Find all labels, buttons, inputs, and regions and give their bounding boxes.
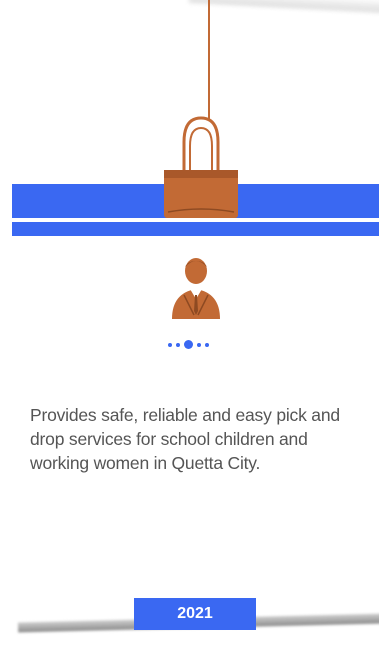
carousel-dot[interactable] <box>205 342 209 347</box>
carousel-indicator <box>168 340 209 349</box>
paper-curl-shadow-top <box>188 0 379 14</box>
ribbon-band-bottom <box>12 222 379 236</box>
binder-clip-icon <box>164 116 238 218</box>
businessman-icon <box>172 258 220 319</box>
carousel-dot[interactable] <box>176 342 180 347</box>
card-description: Provides safe, reliable and easy pick an… <box>30 405 340 473</box>
year-badge: 2021 <box>134 598 256 630</box>
carousel-dot-active[interactable] <box>184 340 193 349</box>
carousel-dot[interactable] <box>197 342 201 347</box>
timeline-card: Provides safe, reliable and easy pick an… <box>0 0 379 659</box>
carousel-dot[interactable] <box>168 342 172 347</box>
hanging-string <box>208 0 210 120</box>
